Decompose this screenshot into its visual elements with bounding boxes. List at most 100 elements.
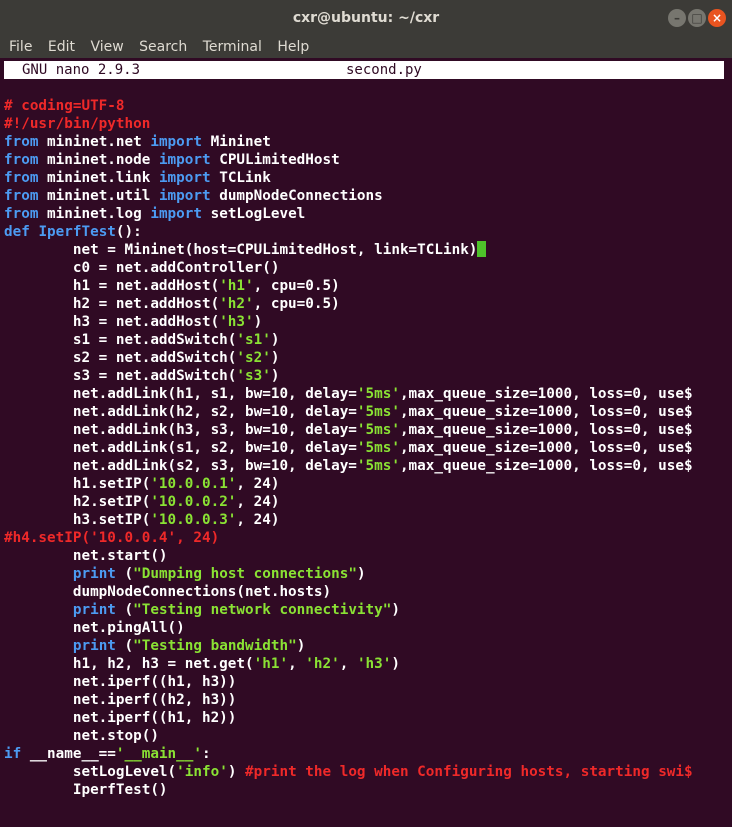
code-token: net.iperf((h1, h3)) <box>4 674 237 690</box>
code-token: dumpNodeConnections <box>210 188 383 204</box>
code-token: __name__== <box>21 746 116 762</box>
code-token: from <box>4 206 39 222</box>
code-line: dumpNodeConnections(net.hosts) <box>4 583 728 601</box>
code-token: 's1' <box>236 332 271 348</box>
code-token: 'h1' <box>219 278 254 294</box>
code-token: net.addLink(s1, s2, bw=10, delay= <box>4 440 357 456</box>
code-line: h3 = net.addHost('h3') <box>4 313 728 331</box>
menu-bar: File Edit View Search Terminal Help <box>0 36 732 58</box>
code-token: print <box>72 566 116 582</box>
code-line: s2 = net.addSwitch('s2') <box>4 349 728 367</box>
code-token: import <box>158 152 211 168</box>
code-token: net.addLink(h1, s1, bw=10, delay= <box>4 386 357 402</box>
code-token: 'h3' <box>356 656 392 672</box>
code-token: ( <box>115 638 134 654</box>
code-token: '10.0.0.2' <box>150 494 237 510</box>
code-token: net.pingAll() <box>4 620 185 636</box>
code-token: mininet.net <box>38 134 151 150</box>
code-line: h2.setIP('10.0.0.2', 24) <box>4 493 728 511</box>
code-line: net.addLink(h1, s1, bw=10, delay='5ms',m… <box>4 385 728 403</box>
code-token: h2.setIP( <box>4 494 151 510</box>
code-line: def IperfTest(): <box>4 223 728 241</box>
code-line: print ("Testing network connectivity") <box>4 601 728 619</box>
nano-header: GNU nano 2.9.3 second.py <box>4 61 724 79</box>
code-token: h3.setIP( <box>4 512 151 528</box>
code-line: c0 = net.addController() <box>4 259 728 277</box>
code-token: #!/usr/bin/python <box>4 116 151 132</box>
code-token: 'h2' <box>305 656 340 672</box>
code-line: net.addLink(s1, s2, bw=10, delay='5ms',m… <box>4 439 728 457</box>
code-line: net = Mininet(host=CPULimitedHost, link=… <box>4 241 728 259</box>
code-token: , 24) <box>236 476 280 492</box>
code-token: , 24) <box>236 494 280 510</box>
menu-edit[interactable]: Edit <box>48 39 75 55</box>
code-token: mininet.log <box>38 206 151 222</box>
code-token: ,max_queue_size=1000, loss=0, use$ <box>399 404 693 420</box>
code-token: mininet.link <box>38 170 159 186</box>
code-token: ( <box>115 566 134 582</box>
code-token: net.start() <box>4 548 168 564</box>
code-token: net.iperf((h2, h3)) <box>4 692 237 708</box>
terminal-area[interactable]: GNU nano 2.9.3 second.py # coding=UTF-8 #… <box>0 58 732 827</box>
code-line: h1.setIP('10.0.0.1', 24) <box>4 475 728 493</box>
menu-search[interactable]: Search <box>139 39 187 55</box>
code-token: # coding=UTF-8 <box>4 98 125 114</box>
code-line: net.addLink(h2, s2, bw=10, delay='5ms',m… <box>4 403 728 421</box>
menu-view[interactable]: View <box>90 39 123 55</box>
code-token: setLogLevel( <box>4 764 177 780</box>
code-token: ,max_queue_size=1000, loss=0, use$ <box>399 386 693 402</box>
code-token: '10.0.0.1' <box>150 476 237 492</box>
code-token: 'h3' <box>219 314 254 330</box>
nano-filename: second.py <box>346 62 422 78</box>
code-token: , cpu=0.5) <box>253 296 340 312</box>
code-token: ,max_queue_size=1000, loss=0, use$ <box>399 422 693 438</box>
menu-help[interactable]: Help <box>277 39 309 55</box>
code-token: import <box>150 206 202 222</box>
code-token: '5ms' <box>356 386 400 402</box>
maximize-button[interactable]: □ <box>688 9 706 27</box>
code-token: '5ms' <box>356 440 400 456</box>
code-token: h1, h2, h3 = net.get( <box>4 656 254 672</box>
code-token: ( <box>115 602 134 618</box>
code-token: h1.setIP( <box>4 476 151 492</box>
code-line: #h4.setIP('10.0.0.4', 24) <box>4 529 728 547</box>
code-editor[interactable]: # coding=UTF-8 #!/usr/bin/python from mini… <box>4 97 728 799</box>
code-token: ,max_queue_size=1000, loss=0, use$ <box>399 458 693 474</box>
code-line: net.addLink(s2, s3, bw=10, delay='5ms',m… <box>4 457 728 475</box>
code-line: if __name__=='__main__': <box>4 745 728 763</box>
code-token: from <box>4 188 39 204</box>
code-line: net.stop() <box>4 727 728 745</box>
code-token: if <box>4 746 22 762</box>
code-line: h1 = net.addHost('h1', cpu=0.5) <box>4 277 728 295</box>
menu-terminal[interactable]: Terminal <box>203 39 262 55</box>
window-controls: – □ × <box>668 9 726 27</box>
close-button[interactable]: × <box>708 9 726 27</box>
code-token: print <box>72 638 116 654</box>
code-line: net.iperf((h2, h3)) <box>4 691 728 709</box>
code-token: ) <box>356 566 366 582</box>
nano-version: GNU nano 2.9.3 <box>22 62 141 78</box>
code-token: IperfTest <box>38 224 116 240</box>
code-token: import <box>158 170 211 186</box>
code-token: net.addLink(h3, s3, bw=10, delay= <box>4 422 357 438</box>
code-token: 's3' <box>236 368 271 384</box>
code-token: mininet.util <box>38 188 159 204</box>
code-line: print ("Testing bandwidth") <box>4 637 728 655</box>
code-token: s2 = net.addSwitch( <box>4 350 237 366</box>
code-token: '5ms' <box>356 458 400 474</box>
code-token: 's2' <box>236 350 271 366</box>
code-token: h2 = net.addHost( <box>4 296 220 312</box>
minimize-button[interactable]: – <box>668 9 686 27</box>
code-token: ) <box>391 656 400 672</box>
menu-file[interactable]: File <box>9 39 32 55</box>
code-token: CPULimitedHost <box>210 152 340 168</box>
code-token: s3 = net.addSwitch( <box>4 368 237 384</box>
code-token: h1 = net.addHost( <box>4 278 220 294</box>
code-token: 'h1' <box>253 656 289 672</box>
code-line: s3 = net.addSwitch('s3') <box>4 367 728 385</box>
code-token: from <box>4 152 39 168</box>
code-token: import <box>158 188 211 204</box>
code-token: "Testing network connectivity" <box>133 602 392 618</box>
code-line: h3.setIP('10.0.0.3', 24) <box>4 511 728 529</box>
code-token: '__main__' <box>115 746 202 762</box>
